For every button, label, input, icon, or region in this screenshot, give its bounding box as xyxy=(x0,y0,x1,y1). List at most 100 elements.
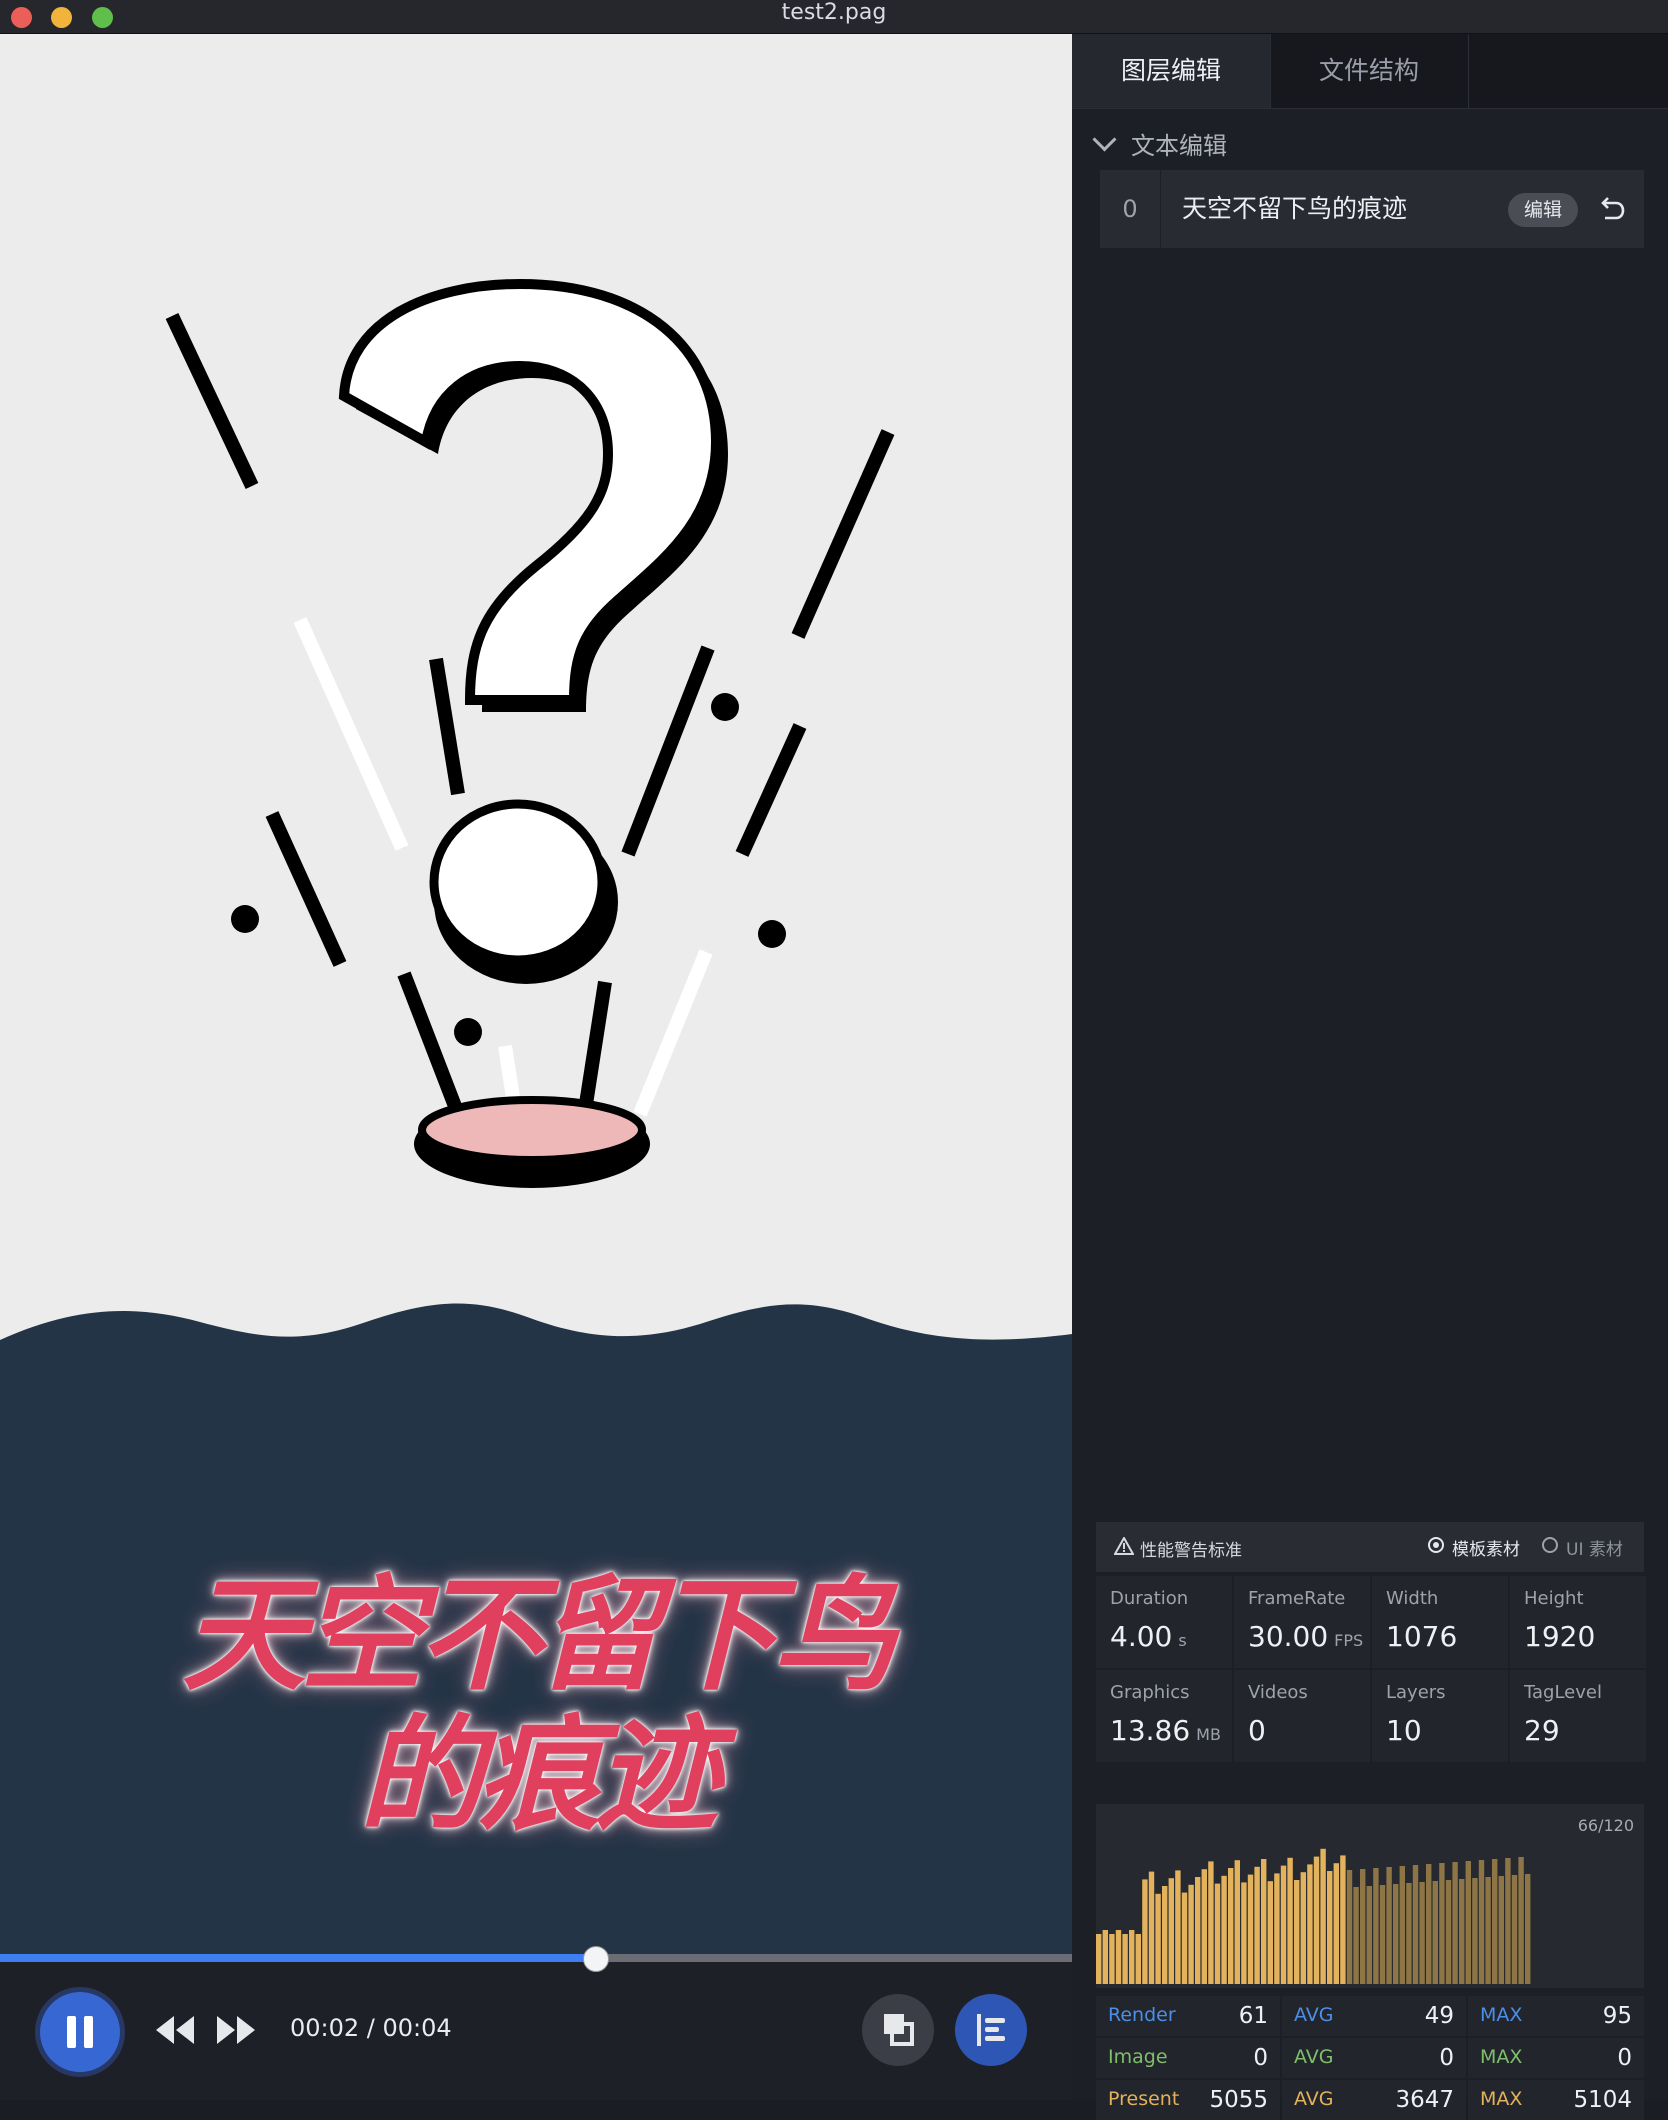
undo-icon[interactable] xyxy=(1596,194,1626,224)
progress-bar[interactable] xyxy=(0,1946,1072,1972)
align-left-icon xyxy=(977,2014,1005,2046)
frame-bar xyxy=(1346,1870,1353,1984)
stat-unit: s xyxy=(1178,1631,1187,1650)
stat-label: Height xyxy=(1524,1588,1584,1609)
tab-file-structure[interactable]: 文件结构 xyxy=(1270,34,1469,108)
frame-bar xyxy=(1228,1868,1234,1984)
frame-bar xyxy=(1188,1884,1194,1984)
frame-bar xyxy=(1129,1930,1135,1984)
frame-bar xyxy=(1426,1864,1432,1984)
metric-label: MAX xyxy=(1480,2088,1523,2110)
frame-bar xyxy=(1261,1859,1267,1984)
frame-bar xyxy=(1109,1934,1115,1984)
frame-bar xyxy=(1373,1868,1379,1984)
metric-cell: MAX 95 xyxy=(1468,1996,1644,2036)
stat-value: 13.86 MB xyxy=(1110,1714,1221,1747)
frame-bar xyxy=(1122,1934,1128,1984)
metric-row-render: Render 61 AVG 49 MAX 95 xyxy=(1096,1996,1644,2036)
ui-asset-radio[interactable] xyxy=(1542,1537,1558,1553)
speed-line xyxy=(265,811,347,967)
progress-fill xyxy=(0,1954,595,1962)
tab-layer-edit[interactable]: 图层编辑 xyxy=(1072,34,1271,108)
frame-bar xyxy=(1320,1848,1326,1984)
metric-cell: MAX 0 xyxy=(1468,2038,1644,2078)
total-time: 00:04 xyxy=(382,2014,452,2042)
player-controls: 00:02 / 00:04 xyxy=(0,1946,1072,2100)
frame-bar xyxy=(1399,1866,1405,1984)
metric-value: 3647 xyxy=(1395,2087,1454,2113)
metric-label: AVG xyxy=(1294,2088,1334,2110)
panel-tabs: 图层编辑 文件结构 xyxy=(1072,34,1668,109)
layers-toggle-button[interactable] xyxy=(862,1994,934,2066)
edit-text-button[interactable]: 编辑 xyxy=(1508,193,1578,227)
dot xyxy=(231,905,259,933)
animation-preview[interactable]: 天空不留下鸟 的痕迹 xyxy=(0,34,1072,1954)
title-bar: test2.pag xyxy=(0,0,1668,34)
metric-cell: MAX 5104 xyxy=(1468,2080,1644,2120)
rewind-icon[interactable] xyxy=(154,2014,196,2046)
frame-bar xyxy=(1102,1930,1108,1984)
frame-bar xyxy=(1307,1864,1313,1984)
frame-bar xyxy=(1419,1882,1425,1984)
stat-value: 0 xyxy=(1248,1714,1266,1747)
performance-panel: 性能警告标准 模板素材 UI 素材 Duration 4.00 s FrameRate… xyxy=(1096,1522,1646,2120)
frame-bar xyxy=(1287,1857,1293,1984)
performance-header: 性能警告标准 模板素材 UI 素材 xyxy=(1096,1522,1644,1572)
pause-button[interactable] xyxy=(40,1992,120,2072)
metric-cell: AVG 0 xyxy=(1282,2038,1466,2078)
frame-bar xyxy=(1254,1866,1260,1984)
frame-bar xyxy=(1221,1875,1227,1984)
metric-label: Present xyxy=(1108,2088,1180,2110)
pause-icon-bar xyxy=(84,2016,93,2048)
text-panel-toggle-button[interactable] xyxy=(955,1994,1027,2066)
frame-bar xyxy=(1096,1934,1102,1984)
stat-label: Duration xyxy=(1110,1588,1189,1609)
frame-bar xyxy=(1525,1874,1531,1984)
white-speed-line xyxy=(293,617,409,851)
frame-bar xyxy=(1492,1859,1498,1984)
metric-label: AVG xyxy=(1294,2046,1334,2068)
frame-bar xyxy=(1498,1876,1504,1984)
frame-bar xyxy=(1333,1863,1339,1984)
speed-line xyxy=(429,657,465,796)
speed-line xyxy=(621,645,715,857)
stat-width: Width 1076 xyxy=(1372,1576,1508,1668)
warning-icon xyxy=(1114,1537,1134,1555)
frame-bar xyxy=(1327,1871,1333,1984)
stat-value: 1076 xyxy=(1386,1620,1458,1653)
window-title: test2.pag xyxy=(781,0,887,25)
ui-asset-label[interactable]: UI 素材 xyxy=(1566,1535,1623,1560)
stat-label: Videos xyxy=(1248,1682,1308,1703)
frame-bar xyxy=(1294,1880,1300,1984)
text-layer-index: 0 xyxy=(1100,170,1161,248)
dot xyxy=(758,920,786,948)
frame-bar xyxy=(1472,1878,1478,1984)
pause-icon xyxy=(67,2016,76,2048)
progress-handle[interactable] xyxy=(582,1946,609,1972)
frame-bar xyxy=(1340,1855,1346,1984)
frame-bar xyxy=(1313,1856,1320,1984)
frame-bar xyxy=(1406,1883,1412,1984)
frame-bar xyxy=(1208,1861,1214,1984)
text-layer-row[interactable]: 0 天空不留下鸟的痕迹 编辑 xyxy=(1100,170,1644,248)
frame-bar xyxy=(1386,1867,1392,1984)
frame-bar xyxy=(1485,1877,1491,1984)
frame-bar xyxy=(1518,1857,1524,1984)
frame-bar xyxy=(1445,1880,1452,1984)
frame-bar xyxy=(1300,1872,1306,1984)
frame-performance-chart: 66/120 xyxy=(1096,1804,1644,1988)
speed-line xyxy=(735,723,807,857)
metric-value: 0 xyxy=(1253,2045,1268,2071)
stat-videos: Videos 0 xyxy=(1234,1670,1370,1762)
template-asset-label[interactable]: 模板素材 xyxy=(1452,1535,1520,1560)
time-separator: / xyxy=(359,2014,383,2042)
speed-line xyxy=(397,971,465,1117)
metric-cell: Present 5055 xyxy=(1096,2080,1280,2120)
frame-bar xyxy=(1459,1879,1465,1984)
template-asset-radio[interactable] xyxy=(1428,1537,1444,1553)
frame-bar xyxy=(1465,1861,1471,1984)
fast-forward-icon[interactable] xyxy=(215,2014,257,2046)
metric-value: 0 xyxy=(1439,2045,1454,2071)
text-edit-section-header[interactable]: 文本编辑 xyxy=(1090,126,1227,161)
stat-value: 4.00 s xyxy=(1110,1620,1187,1653)
